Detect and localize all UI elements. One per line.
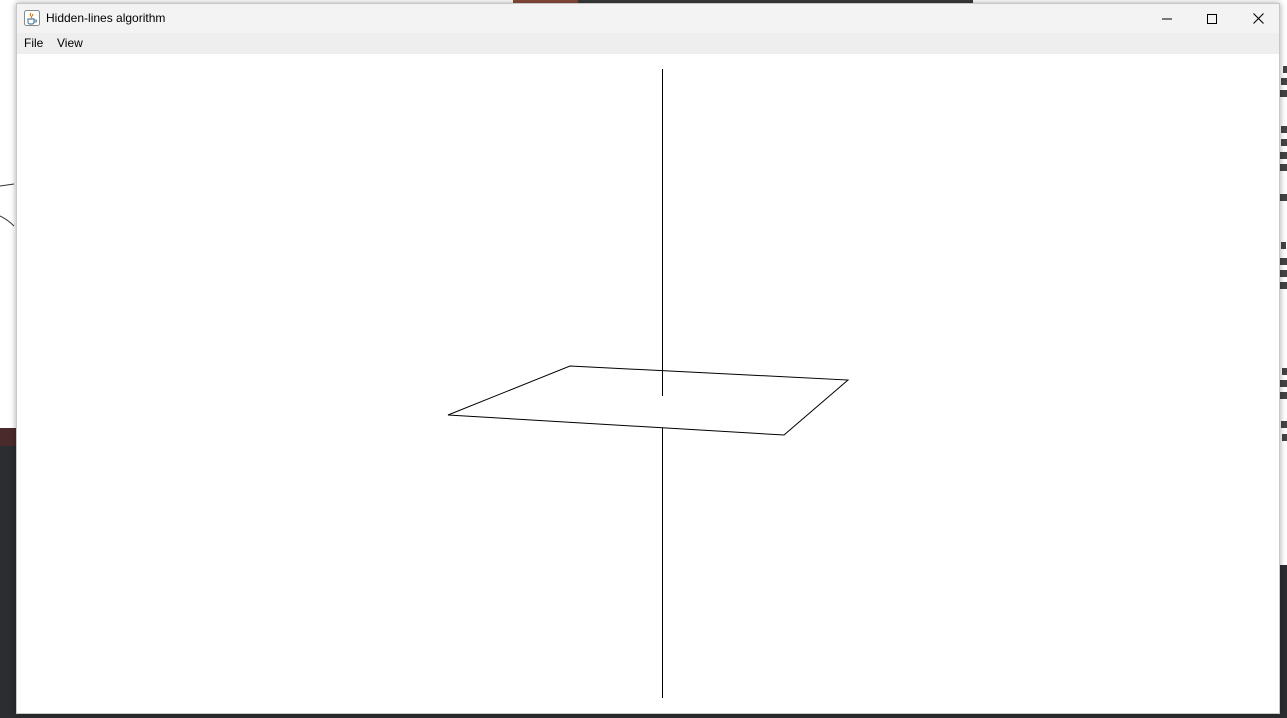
close-button[interactable] (1235, 4, 1281, 33)
menu-view[interactable]: View (57, 36, 83, 50)
drawing-canvas[interactable] (17, 54, 1279, 713)
java-coffee-cup-icon (24, 10, 40, 26)
background-bottom-strip (16, 714, 1280, 718)
background-editor-right (1280, 565, 1287, 718)
background-curve (0, 183, 15, 227)
plane-quadrilateral (447, 365, 850, 436)
close-icon (1252, 13, 1264, 24)
menu-bar: File View (17, 33, 1279, 54)
menu-file[interactable]: File (24, 36, 43, 50)
maximize-button[interactable] (1189, 4, 1235, 33)
background-band-left (0, 428, 16, 446)
app-window: Hidden-lines algorithm File View (16, 3, 1280, 714)
minimize-button[interactable] (1144, 4, 1190, 33)
minimize-icon (1162, 18, 1172, 19)
window-title: Hidden-lines algorithm (46, 11, 166, 25)
maximize-icon (1207, 13, 1217, 24)
background-editor-left (0, 428, 16, 718)
hidden-lines-scene (447, 69, 850, 698)
title-bar[interactable]: Hidden-lines algorithm (17, 4, 1279, 33)
